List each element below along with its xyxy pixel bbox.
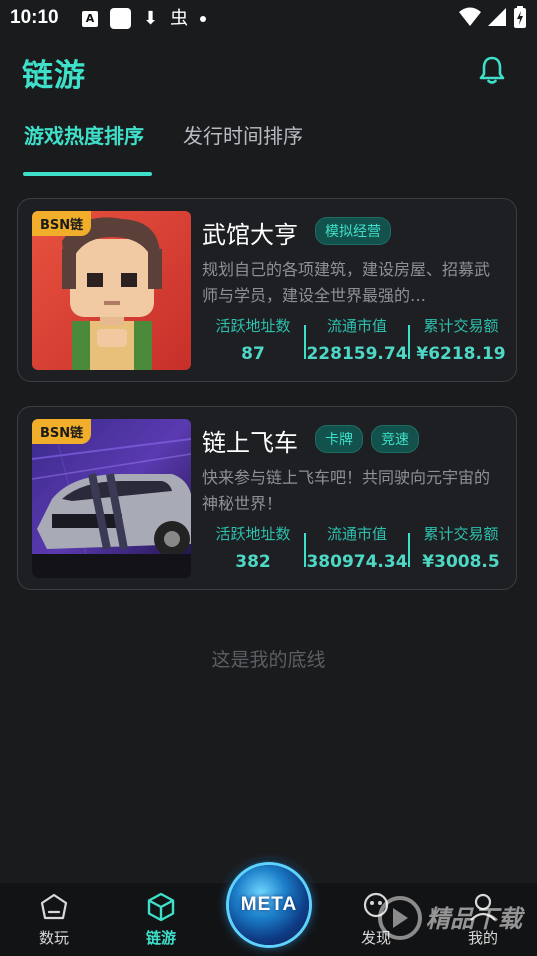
stat-value: ¥3008.5 <box>422 552 500 572</box>
game-card[interactable]: BSN链 武馆大亨 模拟经营 规划自己的各项建筑，建设房屋、招募武师与学员，建设… <box>17 198 517 382</box>
game-thumbnail: BSN链 <box>32 419 191 578</box>
stat-active-addresses: 活跃地址数 87 <box>202 311 304 371</box>
stat-value: 382 <box>235 552 271 572</box>
stat-market-cap: 流通市值 228159.74 <box>306 311 408 371</box>
stat-total-volume: 累计交易额 ¥3008.5 <box>410 519 512 579</box>
bug-icon: 虫 <box>170 7 189 29</box>
more-notifications-dot-icon <box>200 15 207 22</box>
active-tab-indicator <box>23 172 152 176</box>
stat-label: 活跃地址数 <box>215 317 291 335</box>
nav-item-home[interactable]: 数玩 <box>14 891 94 948</box>
nav-label: 链游 <box>145 929 176 947</box>
game-tags: 模拟经营 <box>315 217 391 245</box>
stat-label: 活跃地址数 <box>215 525 291 543</box>
battery-icon <box>514 6 526 28</box>
game-name: 武馆大亨 <box>202 221 298 249</box>
bell-icon[interactable] <box>476 54 508 86</box>
chain-badge: BSN链 <box>32 419 92 444</box>
game-stats: 活跃地址数 382 流通市值 380974.34 累计交易额 ¥3008.5 <box>202 519 512 579</box>
game-name: 链上飞车 <box>202 429 298 457</box>
stat-total-volume: 累计交易额 ¥6218.19 <box>410 311 512 371</box>
stat-market-cap: 流通市值 380974.34 <box>306 519 408 579</box>
stat-value: 380974.34 <box>306 552 408 572</box>
status-bar: 10:10 A ⬇ 虫 <box>0 0 537 38</box>
game-card[interactable]: BSN链 链上飞车 卡牌 竞速 快来参与链上飞车吧！共同驶向元宇宙的神秘世界！ … <box>17 406 517 590</box>
status-time: 10:10 <box>10 7 59 28</box>
stat-label: 累计交易额 <box>423 525 499 543</box>
genre-tag: 模拟经营 <box>315 217 391 245</box>
end-of-list-text: 这是我的底线 <box>211 649 326 671</box>
stat-label: 累计交易额 <box>423 317 499 335</box>
game-description: 快来参与链上飞车吧！共同驶向元宇宙的神秘世界！ <box>202 468 491 513</box>
home-icon <box>40 893 68 920</box>
download-icon: ⬇ <box>143 7 159 29</box>
nav-item-chain-games[interactable]: 链游 <box>121 891 201 948</box>
status-system-icons <box>459 6 527 28</box>
genre-tag: 竞速 <box>371 425 419 453</box>
meta-label: META <box>240 894 298 915</box>
game-stats: 活跃地址数 87 流通市值 228159.74 累计交易额 ¥6218.19 <box>202 311 512 371</box>
nav-label: 数玩 <box>38 929 69 947</box>
stat-value: ¥6218.19 <box>416 344 506 364</box>
stat-value: 87 <box>241 344 265 364</box>
meta-button[interactable]: META <box>229 865 309 945</box>
a-notification-icon: A <box>82 10 98 27</box>
chain-badge: BSN链 <box>32 211 92 236</box>
signal-icon <box>488 8 506 26</box>
stat-value: 228159.74 <box>306 344 408 364</box>
game-description: 规划自己的各项建筑，建设房屋、招募武师与学员，建设全世界最强的… <box>202 260 491 305</box>
tab-popularity-sort[interactable]: 游戏热度排序 <box>24 120 144 149</box>
stat-label: 流通市值 <box>326 525 387 543</box>
status-notifications: A ⬇ 虫 <box>82 7 207 29</box>
page-title: 链游 <box>22 58 86 94</box>
wifi-icon <box>459 7 481 26</box>
watermark-logo: 精品下载 <box>378 896 526 940</box>
stat-active-addresses: 活跃地址数 382 <box>202 519 304 579</box>
stat-label: 流通市值 <box>326 317 387 335</box>
meta-button-wrapper: META <box>222 858 316 952</box>
tab-release-time-sort[interactable]: 发行时间排序 <box>183 120 303 149</box>
genre-tag: 卡牌 <box>315 425 363 453</box>
svg-text:精品下载: 精品下载 <box>426 905 526 933</box>
cube-icon <box>147 892 175 922</box>
game-thumbnail: BSN链 <box>32 211 191 370</box>
app-notification-icon <box>110 8 131 29</box>
game-tags: 卡牌 竞速 <box>315 425 419 453</box>
